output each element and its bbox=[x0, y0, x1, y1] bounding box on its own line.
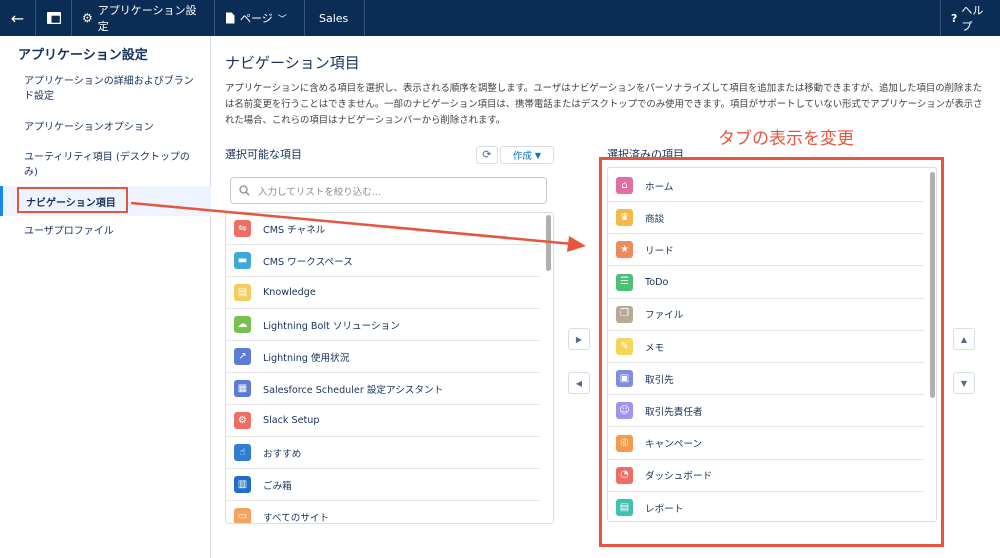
sidebar: アプリケーション設定 アプリケーションの詳細およびブランド設定 アプリケーション… bbox=[0, 36, 211, 558]
sidebar-item-nav-items-label: ナビゲーション項目 bbox=[26, 198, 116, 209]
available-item-row[interactable]: ☝ おすすめ bbox=[226, 437, 540, 469]
annotation-box bbox=[599, 157, 944, 547]
available-item-label: Lightning Bolt ソリューション bbox=[263, 320, 400, 332]
bolt-icon: ☁ bbox=[234, 316, 251, 333]
page-label: ページ bbox=[240, 12, 273, 25]
global-header: ← ⚙ アプリケーション設定 ページ ﹀ Sales ? ヘルプ bbox=[0, 0, 1000, 36]
sidebar-item-utility-items[interactable]: ユーティリティ項目 (デスクトップのみ) bbox=[24, 150, 194, 180]
move-up-button[interactable]: ▲ bbox=[953, 328, 975, 350]
book-icon: ▤ bbox=[234, 284, 251, 301]
share-icon: ⇋ bbox=[234, 220, 251, 237]
search-placeholder: 入力してリストを絞り込む... bbox=[258, 186, 381, 198]
arrow-left-icon: ◀ bbox=[575, 378, 583, 388]
arrow-down-icon: ▼ bbox=[960, 378, 968, 388]
available-item-label: CMS ワークスペース bbox=[263, 256, 353, 268]
page-description: アプリケーションに含める項目を選択し、表示される順序を調整します。ユーザはナビゲ… bbox=[225, 83, 983, 126]
page-icon bbox=[226, 12, 235, 24]
folder-icon: ▬ bbox=[234, 252, 251, 269]
chart-icon: ↗ bbox=[234, 348, 251, 365]
sidebar-item-app-options[interactable]: アプリケーションオプション bbox=[24, 120, 194, 135]
back-arrow-icon: ← bbox=[10, 8, 25, 28]
app-settings-label: アプリケーション設定 bbox=[97, 4, 197, 33]
available-item-row[interactable]: ▥ ごみ箱 bbox=[226, 469, 540, 501]
gear-icon: ⚙ bbox=[82, 11, 93, 25]
move-right-button[interactable]: ▶ bbox=[568, 328, 590, 350]
move-down-button[interactable]: ▼ bbox=[953, 372, 975, 394]
app-window-icon bbox=[46, 12, 61, 24]
refresh-button[interactable]: ⟳ bbox=[476, 146, 498, 164]
available-item-row[interactable]: ↗ Lightning 使用状況 bbox=[226, 341, 540, 373]
available-item-row[interactable]: ▦ Salesforce Scheduler 設定アシスタント bbox=[226, 373, 540, 405]
app-settings-tab[interactable]: ⚙ アプリケーション設定 bbox=[72, 0, 215, 36]
help-label: ヘルプ bbox=[961, 4, 984, 33]
available-item-label: CMS チャネル bbox=[263, 224, 326, 236]
search-icon bbox=[239, 185, 250, 196]
question-icon: ? bbox=[951, 11, 958, 25]
filter-search-input[interactable]: 入力してリストを絞り込む... bbox=[230, 177, 547, 204]
available-item-row[interactable]: ▤ Knowledge bbox=[226, 277, 540, 309]
available-item-row[interactable]: ▬ CMS ワークスペース bbox=[226, 245, 540, 277]
arrow-up-icon: ▲ bbox=[960, 334, 968, 344]
create-button[interactable]: 作成 ▼ bbox=[500, 146, 554, 164]
available-item-label: Lightning 使用状況 bbox=[263, 352, 350, 364]
page-title: ナビゲーション項目 bbox=[225, 54, 360, 72]
scrollbar-thumb[interactable] bbox=[546, 215, 551, 271]
help-button[interactable]: ? ヘルプ bbox=[940, 0, 1000, 36]
page-menu[interactable]: ページ ﹀ bbox=[215, 0, 305, 36]
hand-icon: ☝ bbox=[234, 444, 251, 461]
available-items-title: 選択可能な項目 bbox=[225, 148, 302, 161]
available-items-list[interactable]: ⇋ CMS チャネル ▬ CMS ワークスペース ▤ Knowledge ☁ Lightnin… bbox=[225, 212, 554, 524]
move-left-button[interactable]: ◀ bbox=[568, 372, 590, 394]
app-launcher-button[interactable] bbox=[36, 0, 72, 36]
available-item-label: すべてのサイト bbox=[263, 512, 330, 524]
available-item-row[interactable]: ⇋ CMS チャネル bbox=[226, 213, 540, 245]
available-item-label: ごみ箱 bbox=[263, 480, 292, 492]
available-item-row[interactable]: ⚙ Slack Setup bbox=[226, 405, 540, 437]
available-item-row[interactable]: ☁ Lightning Bolt ソリューション bbox=[226, 309, 540, 341]
arrow-right-icon: ▶ bbox=[575, 334, 583, 344]
available-item-label: Knowledge bbox=[263, 287, 316, 298]
annotation-label: タブの表示を変更 bbox=[718, 129, 854, 149]
available-item-label: Slack Setup bbox=[263, 415, 320, 426]
sidebar-item-app-details[interactable]: アプリケーションの詳細およびブランド設定 bbox=[24, 74, 194, 104]
trash-icon: ▥ bbox=[234, 476, 251, 493]
sidebar-item-user-profiles[interactable]: ユーザプロファイル bbox=[24, 224, 194, 239]
chevron-down-icon: ﹀ bbox=[277, 14, 287, 25]
available-item-label: Salesforce Scheduler 設定アシスタント bbox=[263, 384, 444, 396]
available-item-row[interactable]: ▭ すべてのサイト bbox=[226, 501, 540, 524]
caret-down-icon: ▼ bbox=[534, 150, 542, 160]
back-button[interactable]: ← bbox=[0, 0, 36, 36]
gears-icon: ⚙ bbox=[234, 412, 251, 429]
calendar-icon: ▦ bbox=[234, 380, 251, 397]
refresh-icon: ⟳ bbox=[482, 148, 492, 161]
available-item-label: おすすめ bbox=[263, 448, 302, 460]
create-label: 作成 bbox=[512, 151, 532, 162]
site-icon: ▭ bbox=[234, 508, 251, 523]
sidebar-title: アプリケーション設定 bbox=[18, 48, 148, 63]
app-name: Sales bbox=[305, 0, 365, 36]
